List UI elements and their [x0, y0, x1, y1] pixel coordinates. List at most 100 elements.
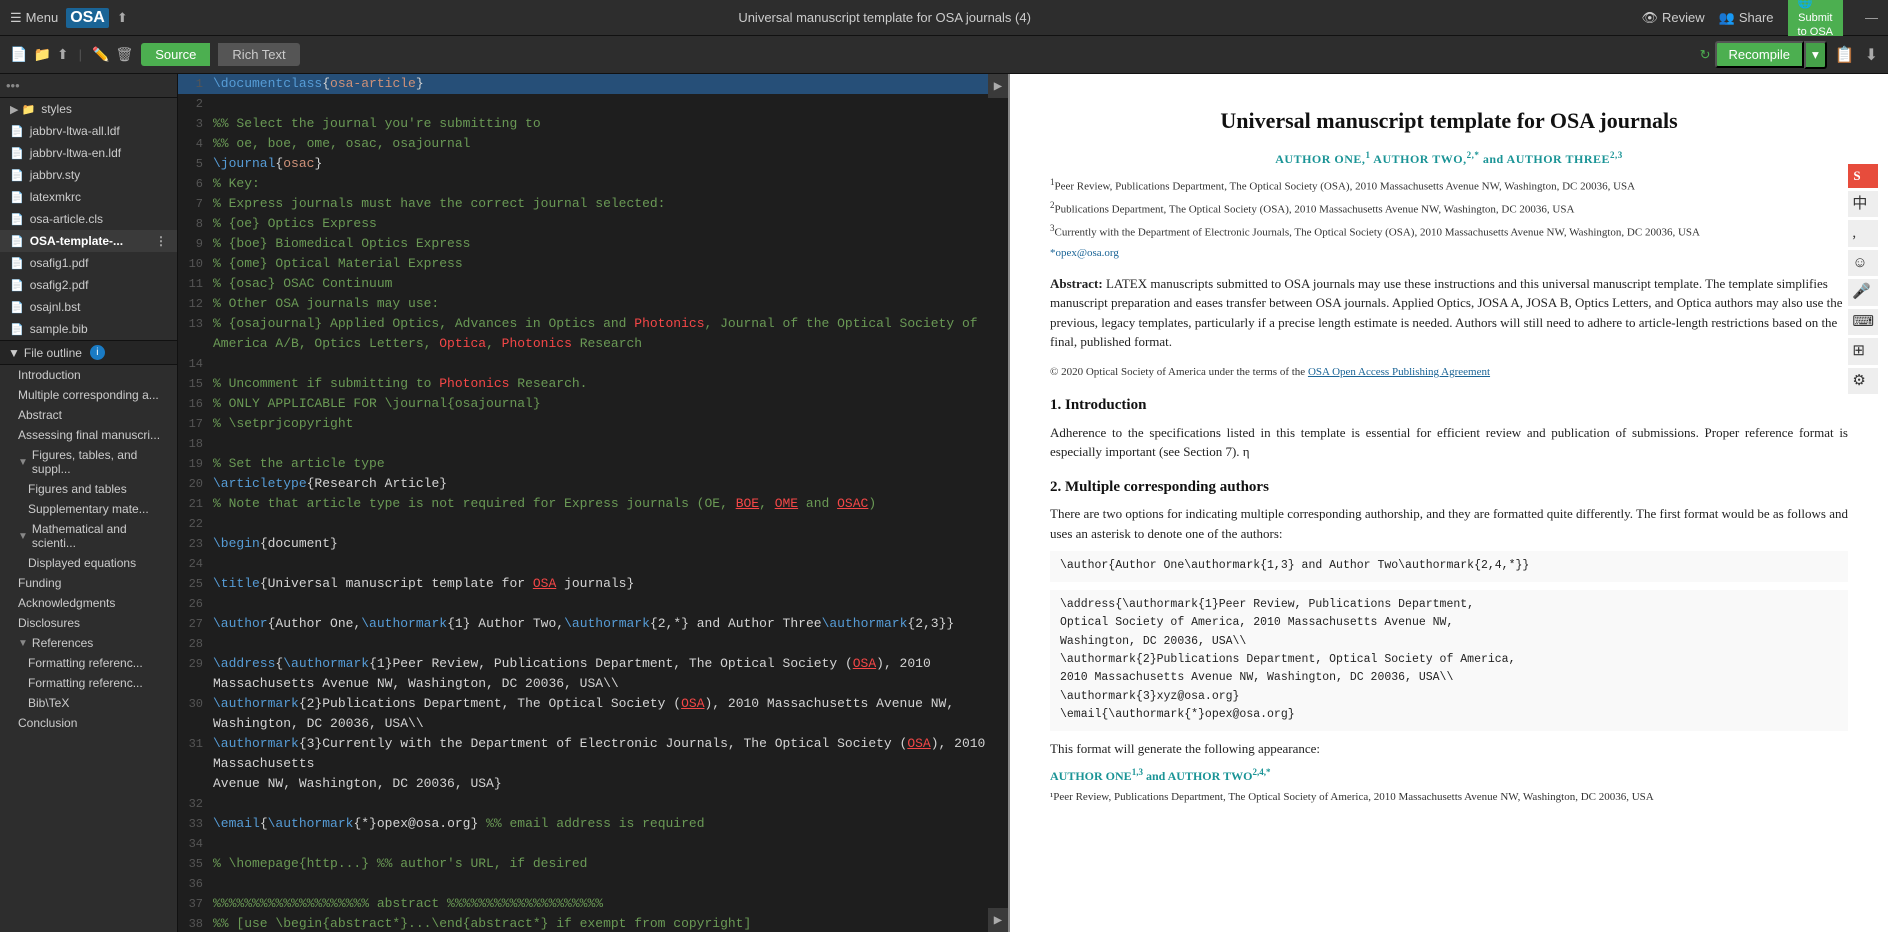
sidebar-file-jabbrv1[interactable]: 📄 jabbrv-ltwa-all.ldf: [0, 120, 177, 142]
edit-icon[interactable]: ✏️: [92, 46, 109, 63]
menu-button[interactable]: ☰ Menu: [10, 10, 58, 26]
outline-item-figures-tables[interactable]: Figures and tables: [0, 479, 177, 499]
code-line-25: 25 \title{Universal manuscript template …: [178, 574, 1008, 594]
outline-item-conclusion[interactable]: Conclusion: [0, 713, 177, 733]
file-options-icon[interactable]: ⋮: [155, 234, 167, 248]
file-icon: 📄: [10, 191, 24, 204]
submit-icon: 🌐: [1798, 0, 1833, 11]
outline-item-funding[interactable]: Funding: [0, 573, 177, 593]
new-file-icon[interactable]: 📄: [10, 46, 27, 63]
folder-icon[interactable]: 📁: [33, 46, 50, 63]
sidebar-file-osa-template[interactable]: 📄 OSA-template-... ⋮: [0, 230, 177, 252]
sidebar-file-osa-article[interactable]: 📄 osa-article.cls: [0, 208, 177, 230]
code-line-31b: Avenue NW, Washington, DC 20036, USA}: [178, 774, 1008, 794]
code-line-38: 38 %% [use \begin{abstract*}...\end{abst…: [178, 914, 1008, 932]
outline-item-formatting-ref1[interactable]: Formatting referenc...: [0, 653, 177, 673]
share-button[interactable]: 👥 Share: [1719, 10, 1774, 26]
file-icon: 📄: [10, 125, 24, 138]
sidebar-file-samplebib[interactable]: 📄 sample.bib: [0, 318, 177, 340]
document-icon[interactable]: 📋: [1835, 45, 1855, 65]
preview-affil1: 1Peer Review, Publications Department, T…: [1050, 176, 1848, 195]
preview-code3-label: This format will generate the following …: [1050, 739, 1848, 759]
sidebar-file-styles[interactable]: ▶ 📁 styles: [0, 98, 177, 120]
preview-code1: \author{Author One\authormark{1,3} and A…: [1050, 551, 1848, 581]
outline-item-formatting-ref2[interactable]: Formatting referenc...: [0, 673, 177, 693]
sidebar-file-jabbrv2[interactable]: 📄 jabbrv-ltwa-en.ldf: [0, 142, 177, 164]
code-line-29: 29 \address{\authormark{1}Peer Review, P…: [178, 654, 1008, 694]
share-icon: 👥: [1719, 10, 1735, 26]
preview-section2-body: There are two options for indicating mul…: [1050, 504, 1848, 543]
source-tab[interactable]: Source: [141, 43, 210, 66]
settings-icon[interactable]: ⚙: [1848, 368, 1878, 395]
preview-authors: Author One,1 Author Two,2,* and Author T…: [1050, 149, 1848, 168]
download-icon[interactable]: ⬇: [1865, 45, 1878, 65]
mic-icon[interactable]: 🎤: [1848, 279, 1878, 306]
comma-icon[interactable]: ,: [1848, 220, 1878, 247]
keyboard-icon[interactable]: ⌨: [1848, 309, 1878, 336]
delete-icon[interactable]: 🗑: [115, 46, 133, 63]
code-line-19: 19 % Set the article type: [178, 454, 1008, 474]
file-icon: 📄: [10, 279, 24, 292]
code-line-28: 28: [178, 634, 1008, 654]
code-line-37: 37 %%%%%%%%%%%%%%%%%%%% abstract %%%%%%%…: [178, 894, 1008, 914]
file-icon: 📄: [10, 323, 24, 336]
nav-down-arrow[interactable]: ▶: [988, 908, 1008, 932]
window-minimize-icon[interactable]: —: [1865, 10, 1878, 25]
sidebar-file-latexmkrc[interactable]: 📄 latexmkrc: [0, 186, 177, 208]
upload-file-icon[interactable]: ⬆: [57, 46, 69, 63]
code-line-5: 5 \journal{osac}: [178, 154, 1008, 174]
nav-up-arrow[interactable]: ▶: [988, 74, 1008, 98]
chinese-icon[interactable]: 中: [1848, 191, 1878, 218]
sidebar-file-osajnl[interactable]: 📄 osajnl.bst: [0, 296, 177, 318]
code-editor[interactable]: ▶ 1 \documentclass{osa-article} 2 3 %% S…: [178, 74, 1008, 932]
grid-icon[interactable]: ⊞: [1848, 338, 1878, 365]
code-line-2: 2: [178, 94, 1008, 114]
recompile-dropdown[interactable]: ▾: [1804, 41, 1827, 69]
smiley-icon[interactable]: ☺: [1848, 250, 1878, 277]
code-line-1: 1 \documentclass{osa-article}: [178, 74, 1008, 94]
menu-icon: ☰: [10, 10, 22, 26]
preview-floating-toolbar: S 中 , ☺ 🎤 ⌨ ⊞ ⚙: [1848, 164, 1878, 394]
sidebar: ••• ▶ 📁 styles 📄 jabbrv-ltwa-all.ldf 📄 j…: [0, 74, 178, 932]
outline-item-disclosures[interactable]: Disclosures: [0, 613, 177, 633]
title-bar: ☰ Menu OSA ⬆ Universal manuscript templa…: [0, 0, 1888, 36]
code-line-26: 26: [178, 594, 1008, 614]
richtext-tab[interactable]: Rich Text: [218, 43, 299, 66]
outline-item-abstract[interactable]: Abstract: [0, 405, 177, 425]
sidebar-toolbar: •••: [0, 74, 177, 98]
preview-generated-affil: ¹Peer Review, Publications Department, T…: [1050, 789, 1848, 806]
outline-item-supplementary[interactable]: Supplementary mate...: [0, 499, 177, 519]
copyright-link[interactable]: OSA Open Access Publishing Agreement: [1308, 366, 1490, 378]
file-icon: 📄: [10, 301, 24, 314]
outline-expand-icon[interactable]: ▼: [8, 346, 20, 360]
code-line-3: 3 %% Select the journal you're submittin…: [178, 114, 1008, 134]
outline-item-references[interactable]: ▼ References: [0, 633, 177, 653]
preview-affil3: 3Currently with the Department of Electr…: [1050, 222, 1848, 241]
code-line-32: 32: [178, 794, 1008, 814]
s-icon[interactable]: S: [1848, 164, 1878, 188]
toolbar: 📄 📁 ⬆ | ✏️ 🗑 Source Rich Text ↻ Recompil…: [0, 36, 1888, 74]
sidebar-file-jabbrv-sty[interactable]: 📄 jabbrv.sty: [0, 164, 177, 186]
sidebar-file-osafig1[interactable]: 📄 osafig1.pdf: [0, 252, 177, 274]
outline-item-introduction[interactable]: Introduction: [0, 365, 177, 385]
upload-icon[interactable]: ⬆: [117, 10, 128, 26]
code-line-6: 6 % Key:: [178, 174, 1008, 194]
info-badge[interactable]: i: [90, 345, 105, 360]
ellipsis-menu[interactable]: •••: [6, 78, 20, 93]
outline-item-mathematical[interactable]: ▼ Mathematical and scienti...: [0, 519, 177, 553]
outline-item-acknowledgments[interactable]: Acknowledgments: [0, 593, 177, 613]
outline-item-multiple[interactable]: Multiple corresponding a...: [0, 385, 177, 405]
recompile-button[interactable]: Recompile: [1715, 41, 1804, 68]
code-line-8: 8 % {oe} Optics Express: [178, 214, 1008, 234]
preview-code2: \address{\authormark{1}Peer Review, Publ…: [1050, 590, 1848, 731]
preview-affil2: 2Publications Department, The Optical So…: [1050, 199, 1848, 218]
outline-item-figures[interactable]: ▼ Figures, tables, and suppl...: [0, 445, 177, 479]
file-icon: 📄: [10, 169, 24, 182]
sidebar-file-osafig2[interactable]: 📄 osafig2.pdf: [0, 274, 177, 296]
review-button[interactable]: 👁 Review: [1642, 10, 1705, 26]
outline-item-displayed[interactable]: Displayed equations: [0, 553, 177, 573]
preview-copyright: © 2020 Optical Society of America under …: [1050, 364, 1848, 381]
code-line-30b: Washington, DC 20036, USA\\: [178, 714, 1008, 734]
outline-item-bibtex[interactable]: Bib\TeX: [0, 693, 177, 713]
outline-item-assessing[interactable]: Assessing final manuscri...: [0, 425, 177, 445]
